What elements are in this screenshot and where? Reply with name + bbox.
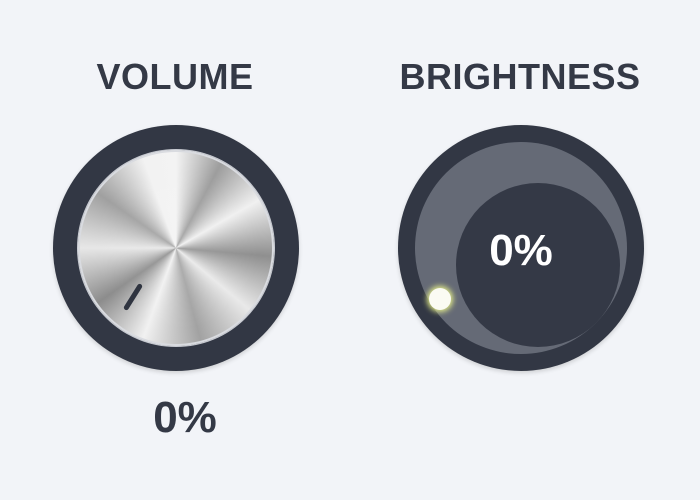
volume-knob-ring: [53, 125, 299, 371]
brightness-dial-handle[interactable]: [429, 288, 451, 310]
volume-label: VOLUME: [96, 56, 254, 97]
volume-knob[interactable]: [78, 150, 274, 346]
volume-value: 0%: [153, 393, 217, 442]
brightness-value: 0%: [489, 226, 553, 275]
brightness-label: BRIGHTNESS: [399, 56, 641, 97]
controls-panel: VOLUME BRIGHTNESS 0% 0%: [0, 0, 700, 500]
